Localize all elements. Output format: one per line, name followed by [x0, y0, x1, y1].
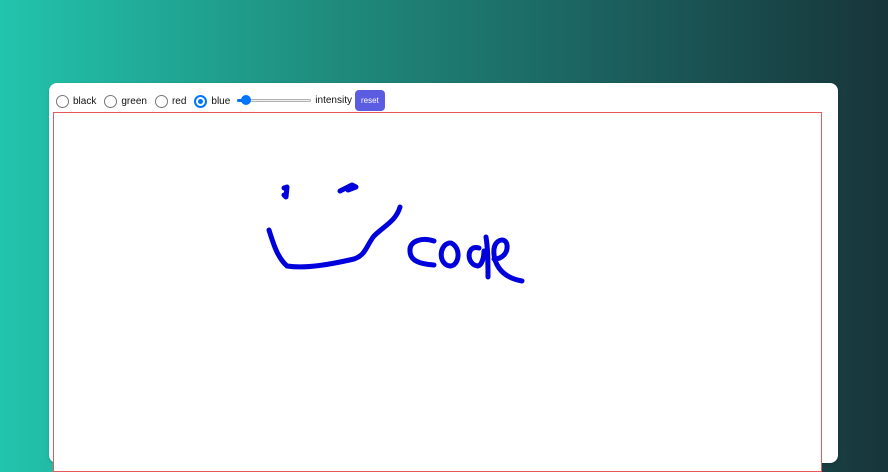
radio-black[interactable]: [56, 95, 69, 108]
color-option-red[interactable]: red: [150, 92, 186, 108]
drawn-stroke-letter-e: [491, 237, 525, 284]
color-option-black[interactable]: black: [55, 92, 96, 108]
color-option-green[interactable]: green: [99, 92, 147, 108]
toolbar: black green red blue intensity reset: [55, 89, 385, 111]
intensity-label: intensity: [315, 94, 352, 106]
intensity-slider[interactable]: [237, 94, 312, 106]
color-option-blue[interactable]: blue: [189, 92, 230, 108]
drawn-stroke-left-eye: [281, 184, 290, 200]
drawing-canvas[interactable]: [53, 112, 822, 472]
color-label-green: green: [121, 96, 147, 107]
radio-red[interactable]: [154, 95, 168, 108]
color-label-red: red: [171, 96, 187, 107]
color-label-black: black: [73, 96, 97, 107]
drawing-surface: [266, 182, 525, 284]
radio-blue[interactable]: [194, 95, 208, 108]
reset-button[interactable]: reset: [354, 89, 385, 111]
drawn-stroke-smile: [266, 204, 403, 270]
drawn-stroke-right-eye: [337, 182, 359, 194]
drawing-app-card: black green red blue intensity reset: [49, 83, 838, 472]
drawn-stroke-letter-c: [407, 236, 437, 268]
radio-green[interactable]: [104, 95, 118, 108]
drawn-stroke-letter-o: [438, 240, 461, 269]
color-label-blue: blue: [211, 96, 231, 107]
slider-thumb[interactable]: [241, 95, 252, 105]
drawn-stroke-letter-d: [466, 234, 491, 280]
